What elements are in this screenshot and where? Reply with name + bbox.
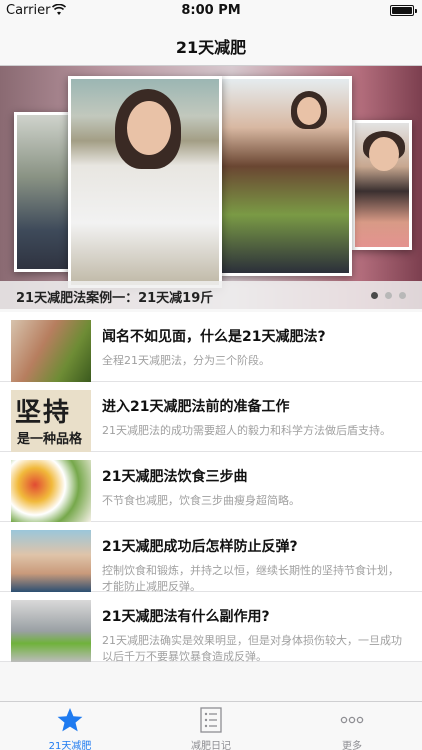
tab-bar: 21天减肥 减肥日记 更多 — [0, 701, 422, 750]
list-item[interactable]: 21天减肥法有什么副作用? 21天减肥法确实是效果明显，但是对身体损伤较大，一旦… — [0, 592, 422, 663]
article-title: 闻名不如见面，什么是21天减肥法? — [102, 329, 326, 345]
banner-photo-far-right — [352, 120, 412, 250]
list-item[interactable]: 闻名不如见面，什么是21天减肥法? 全程21天减肥法，分为三个阶段。 — [0, 312, 422, 382]
list-item[interactable]: 21天减肥法饮食三步曲 不节食也减肥，饮食三步曲瘦身超简略。 — [0, 452, 422, 522]
banner-caption-bar: 21天减肥法案例一：21天减19斤 — [0, 281, 422, 309]
article-title: 21天减肥成功后怎样防止反弹? — [102, 539, 298, 555]
article-description: 21天减肥法确实是效果明显，但是对身体损伤较大，一旦成功以后千万不要暴饮暴食造成… — [102, 634, 402, 663]
page-dot[interactable] — [371, 292, 378, 299]
page-title: 21天减肥 — [175, 38, 247, 57]
tab-label: 更多 — [342, 741, 362, 750]
page-dot[interactable] — [399, 292, 406, 299]
article-description: 21天减肥法的成功需要超人的毅力和科学方法做后盾支持。 — [102, 424, 391, 437]
calligraphy-image: 坚持 是一种品格 — [11, 390, 91, 452]
banner-carousel[interactable]: 21天减肥法案例一：21天减19斤 — [0, 66, 422, 309]
page-dot[interactable] — [385, 292, 392, 299]
list-item[interactable]: 21天减肥成功后怎样防止反弹? 控制饮食和锻炼，并持之以恒，继续长期性的坚持节食… — [0, 522, 422, 593]
page-indicator[interactable] — [371, 292, 406, 299]
tab-diet-diary[interactable]: 减肥日记 — [141, 702, 281, 750]
calligraphy-text-big: 坚持 — [15, 398, 72, 428]
tab-21-day-diet[interactable]: 21天减肥 — [0, 702, 140, 750]
clock: 8:00 PM — [181, 3, 241, 18]
tab-label: 减肥日记 — [191, 741, 231, 750]
navigation-bar: 21天减肥 — [0, 22, 422, 66]
diet-plate-image — [11, 600, 91, 662]
battery-icon — [390, 5, 417, 16]
article-title: 21天减肥法有什么副作用? — [102, 609, 270, 625]
article-list: 闻名不如见面，什么是21天减肥法? 全程21天减肥法，分为三个阶段。 坚持 是一… — [0, 312, 422, 663]
tab-more[interactable]: 更多 — [282, 702, 422, 750]
article-title: 21天减肥法饮食三步曲 — [102, 469, 248, 485]
waist-measure-image — [11, 530, 91, 592]
star-icon — [57, 708, 83, 732]
banner-photo-right — [218, 76, 352, 276]
food-plates-image — [11, 460, 91, 522]
woman-with-vegetables-image — [11, 320, 91, 382]
banner-photo-left — [14, 112, 74, 272]
more-icon — [340, 716, 364, 724]
tab-label: 21天减肥 — [48, 741, 92, 750]
article-description: 全程21天减肥法，分为三个阶段。 — [102, 354, 270, 367]
list-item[interactable]: 坚持 是一种品格 进入21天减肥法前的准备工作 21天减肥法的成功需要超人的毅力… — [0, 382, 422, 452]
article-description: 控制饮食和锻炼，并持之以恒，继续长期性的坚持节食计划，才能防止减肥反弹。 — [102, 564, 399, 593]
calligraphy-text-small: 是一种品格 — [17, 432, 83, 447]
banner-caption: 21天减肥法案例一：21天减19斤 — [16, 291, 214, 306]
banner-photo-center — [68, 76, 222, 288]
list-icon — [200, 707, 222, 733]
article-title: 进入21天减肥法前的准备工作 — [102, 399, 290, 415]
status-bar: Carrier 8:00 PM — [0, 0, 422, 22]
article-description: 不节食也减肥，饮食三步曲瘦身超简略。 — [102, 494, 300, 507]
